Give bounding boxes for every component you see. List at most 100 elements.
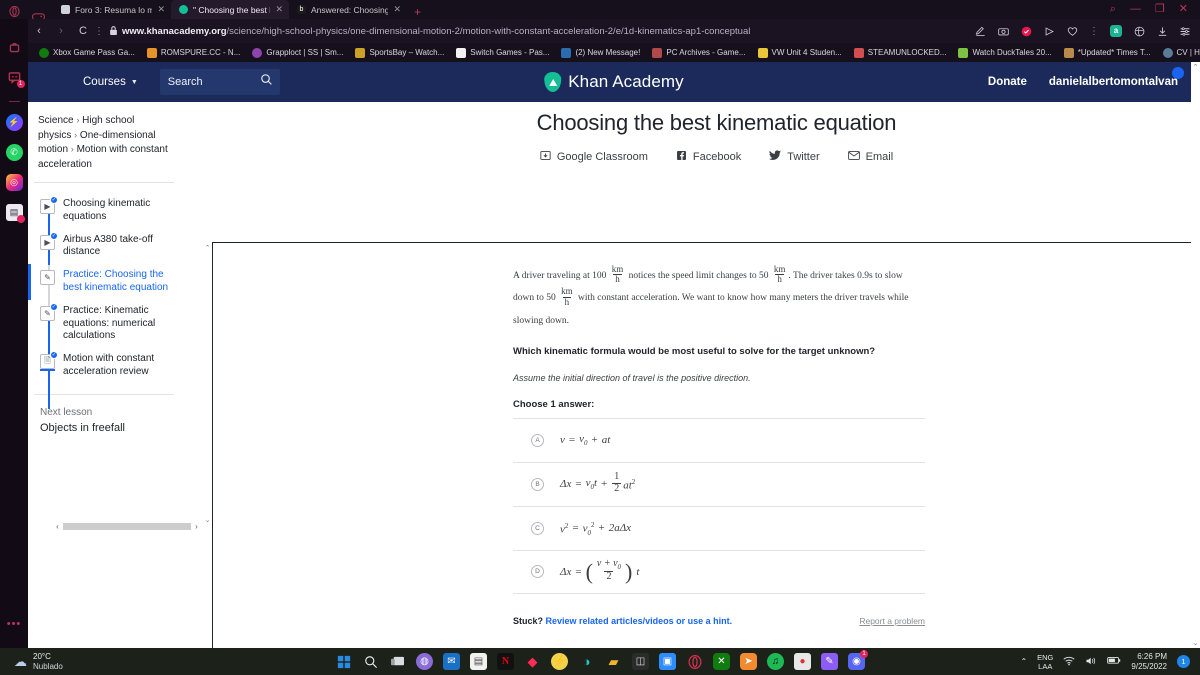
send-icon[interactable] <box>1043 25 1055 37</box>
bookmark-item[interactable]: PC Archives - Game... <box>646 47 751 58</box>
lesson-list-scrollbar[interactable]: ⌃ ⌄ <box>204 244 211 524</box>
camera-icon[interactable] <box>997 25 1009 37</box>
bookmark-item[interactable]: Grapploct | SS | Sm... <box>246 47 349 58</box>
weather-widget[interactable]: ☁ 20°C Nublado <box>14 652 63 670</box>
scroll-up-icon[interactable]: ⌃ <box>204 244 211 252</box>
start-button[interactable] <box>335 653 352 670</box>
notes-icon[interactable]: ✎ <box>821 653 838 670</box>
orange-app-icon[interactable]: ➤ <box>740 653 757 670</box>
opera-logo-icon[interactable] <box>9 4 20 18</box>
answer-choice-c[interactable]: C v2 = v02 +2aΔx <box>513 505 925 550</box>
tab-close-icon[interactable]: ✕ <box>157 4 165 15</box>
back-button[interactable]: ‹ <box>28 20 50 42</box>
nintendo-switch-icon[interactable]: ◫ <box>632 653 649 670</box>
task-view-icon[interactable] <box>389 653 406 670</box>
spotify-icon[interactable]: ♫ <box>767 653 784 670</box>
heart-icon[interactable] <box>1066 25 1078 37</box>
tab-0[interactable]: Foro 3: Resuma lo más i ✕ <box>53 0 171 19</box>
choice-letter-bubble[interactable]: D <box>531 565 544 579</box>
sidebar-item-choosing-kinematic-equations[interactable]: ▶ ✓ Choosing kinematic equations <box>28 193 180 229</box>
telegram-icon[interactable]: ▤ <box>5 204 25 223</box>
volume-icon[interactable] <box>1085 656 1097 668</box>
scroll-down-icon[interactable]: ⌄ <box>204 516 211 524</box>
page-menu-icon[interactable]: ⋮ <box>94 26 104 37</box>
tab-1[interactable]: " Choosing the best kinema ✕ <box>171 0 289 19</box>
stuck-hint-link[interactable]: Review related articles/videos or use a … <box>546 616 733 626</box>
donate-link[interactable]: Donate <box>988 76 1027 88</box>
opera-icon[interactable] <box>686 653 703 670</box>
bookmark-item[interactable]: CV | Home <box>1157 47 1200 58</box>
shield-check-icon[interactable] <box>1020 25 1032 37</box>
sidebar-item-practice-choosing-best[interactable]: ✎ Practice: Choosing the best kinematic … <box>28 264 180 300</box>
sidebar-item-airbus-a380-takeoff[interactable]: ▶ ✓ Airbus A380 take-off distance <box>28 229 180 265</box>
choice-letter-bubble[interactable]: C <box>531 521 544 535</box>
opera-gx-icon[interactable]: ◑ <box>578 653 595 670</box>
tab-close-icon[interactable]: ✕ <box>393 4 401 15</box>
user-menu[interactable]: danielalbertomontalvan <box>1049 67 1184 88</box>
search-icon[interactable] <box>362 653 379 670</box>
share-twitter[interactable]: Twitter <box>769 150 820 164</box>
opera-menu-icon[interactable] <box>6 39 23 56</box>
dots-icon[interactable]: ⋮ <box>1089 26 1099 37</box>
amazon-icon[interactable]: a <box>1110 25 1122 37</box>
settings-sliders-icon[interactable] <box>1179 25 1191 37</box>
minimize-button[interactable]: — <box>1130 4 1141 15</box>
bookmark-item[interactable]: Switch Games - Pas... <box>450 47 555 58</box>
sidebar-item-motion-review[interactable]: 🗎 ✓ Motion with constant acceleration re… <box>28 348 180 384</box>
url-text[interactable]: www.khanacademy.org/science/high-school-… <box>122 26 750 37</box>
messages-icon[interactable]: 1 <box>6 69 25 88</box>
bookmark-item[interactable]: STEAMUNLOCKED... <box>848 47 953 58</box>
battery-icon[interactable] <box>1107 656 1121 667</box>
search-input[interactable]: Search <box>159 69 280 95</box>
answer-choice-b[interactable]: B Δx = v0t + 12 at2 <box>513 461 925 506</box>
khan-academy-logo[interactable]: Khan Academy <box>544 72 684 92</box>
page-scrollbar[interactable]: ⌃ ⌄ <box>1191 62 1200 648</box>
show-hidden-icons-chevron[interactable]: ⌃ <box>1020 657 1027 666</box>
bookmark-item[interactable]: SportsBay – Watch... <box>349 47 450 58</box>
scroll-left-icon[interactable]: ‹ <box>52 522 63 531</box>
share-google-classroom[interactable]: Google Classroom <box>540 150 648 164</box>
bookmark-item[interactable]: *Updated* Times T... <box>1058 47 1157 58</box>
netflix-icon[interactable]: N <box>497 653 514 670</box>
notification-badge[interactable]: 1 <box>1177 655 1190 668</box>
download-icon[interactable] <box>1156 25 1168 37</box>
microsoft-store-icon[interactable]: ▤ <box>470 653 487 670</box>
sidebar-horizontal-scrollbar[interactable]: ‹ › <box>52 522 202 531</box>
bookmark-item[interactable]: (2) New Message! <box>555 47 646 58</box>
wifi-icon[interactable] <box>1063 656 1075 668</box>
flash-app-icon[interactable]: ⚡ <box>551 653 568 670</box>
answer-choice-a[interactable]: A v = v0 + at <box>513 417 925 462</box>
bookmark-item[interactable]: Xbox Game Pass Ga... <box>33 47 141 58</box>
sidebar-more-icon[interactable]: ••• <box>7 618 22 630</box>
close-button[interactable]: ✕ <box>1179 4 1188 15</box>
restore-button[interactable]: ❐ <box>1155 4 1165 15</box>
clock[interactable]: 6:26 PM 9/25/2022 <box>1131 652 1167 672</box>
breadcrumb-item-science[interactable]: Science <box>38 115 74 126</box>
scrollbar-thumb[interactable] <box>63 523 191 530</box>
forward-button[interactable]: › <box>50 20 72 42</box>
search-icon[interactable] <box>260 73 273 91</box>
tab-close-icon[interactable]: ✕ <box>275 4 283 15</box>
scroll-down-icon[interactable]: ⌄ <box>1191 639 1200 647</box>
share-facebook[interactable]: Facebook <box>676 150 741 164</box>
discord-icon[interactable]: ◉ 1 <box>848 650 868 670</box>
answer-choice-d[interactable]: D Δx = ( v + v0 2 ) t <box>513 549 925 594</box>
choice-letter-bubble[interactable]: B <box>531 477 544 491</box>
tab-search-icon[interactable]: ⌕ <box>1110 4 1116 15</box>
bookmark-item[interactable]: ROMSPURE.CC - N... <box>141 47 247 58</box>
diamond-app-icon[interactable]: ◆ <box>524 653 541 670</box>
file-explorer-icon[interactable]: ▰ <box>605 653 622 670</box>
bookmark-item[interactable]: VW Unit 4 Studen... <box>752 47 848 58</box>
messenger-icon[interactable]: ⚡ <box>5 114 23 131</box>
xbox-icon[interactable]: ✕ <box>713 653 730 670</box>
reload-button[interactable]: C <box>72 20 94 42</box>
new-tab-button[interactable]: + <box>407 5 428 19</box>
widgets-icon[interactable]: ◍ <box>416 653 433 670</box>
whatsapp-icon[interactable]: ✆ <box>5 144 23 161</box>
edit-icon[interactable] <box>974 25 986 37</box>
mail-icon[interactable]: ✉ <box>443 653 460 670</box>
choice-letter-bubble[interactable]: A <box>531 433 544 447</box>
language-indicator[interactable]: ENG LAA <box>1037 653 1053 671</box>
tab-2[interactable]: b Answered: Choosing the be ✕ <box>289 0 407 19</box>
zoom-icon[interactable]: ▣ <box>659 653 676 670</box>
